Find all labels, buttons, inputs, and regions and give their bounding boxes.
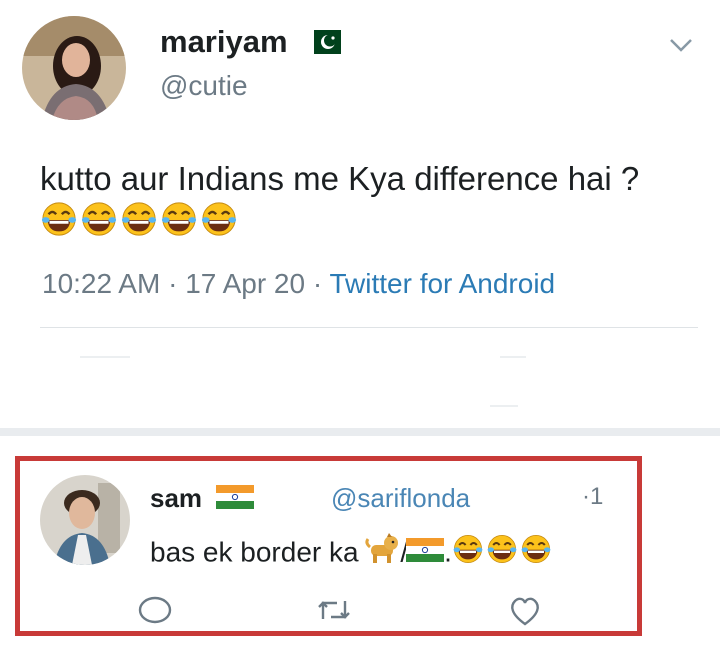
reply-count-value: 1 [590,483,604,510]
face-with-tears-of-joy-icon [38,200,80,248]
face-with-tears-of-joy-icon [198,200,240,248]
tweet-time[interactable]: 10:22 AM [42,268,160,299]
tweet-date[interactable]: 17 Apr 20 [185,268,305,299]
face-with-tears-of-joy-icon [158,200,200,248]
author-name[interactable]: mariyam [160,24,288,60]
tweet-source[interactable]: Twitter for Android [329,268,555,299]
dog-icon [364,533,400,572]
reply-count: ·1 [582,483,603,511]
tweet-text: kutto aur Indians me Kya difference hai … [40,158,680,248]
author-handle[interactable]: @cutie [160,70,248,102]
section-separator [0,428,720,436]
reply-tweet[interactable]: sam @sariflonda ·1 bas ek border ka / . [15,456,642,636]
faded-divider [500,356,526,358]
like-icon[interactable] [507,595,543,632]
author-avatar[interactable] [22,16,126,120]
reply-text-content: bas ek border ka [150,536,359,568]
reply-icon[interactable] [137,595,173,630]
meta-separator: · [312,268,323,299]
face-with-tears-of-joy-icon [484,533,520,572]
reply-count-prefix: · [582,483,590,510]
retweet-icon[interactable] [316,595,352,630]
chevron-down-icon[interactable] [668,36,694,59]
reply-author-name[interactable]: sam [150,483,202,514]
tweet-text-content: kutto aur Indians me Kya difference hai … [40,160,640,197]
face-with-tears-of-joy-icon [450,533,486,572]
face-with-tears-of-joy-icon [118,200,160,248]
reply-text: bas ek border ka / . [150,533,554,572]
india-flag-icon [216,485,254,514]
original-tweet[interactable]: mariyam @cutie kutto aur Indians me Kya … [0,0,720,440]
faded-divider [490,405,518,407]
divider [40,327,698,328]
reply-author-avatar[interactable] [40,475,130,565]
pakistan-flag-icon [305,30,341,59]
faded-divider [80,356,130,358]
meta-separator: · [168,268,178,299]
face-with-tears-of-joy-icon [78,200,120,248]
india-flag-icon [406,537,445,569]
tweet-meta: 10:22 AM · 17 Apr 20 · Twitter for Andro… [42,268,555,300]
reply-author-handle[interactable]: @sariflonda [331,483,470,514]
face-with-tears-of-joy-icon [518,533,554,572]
